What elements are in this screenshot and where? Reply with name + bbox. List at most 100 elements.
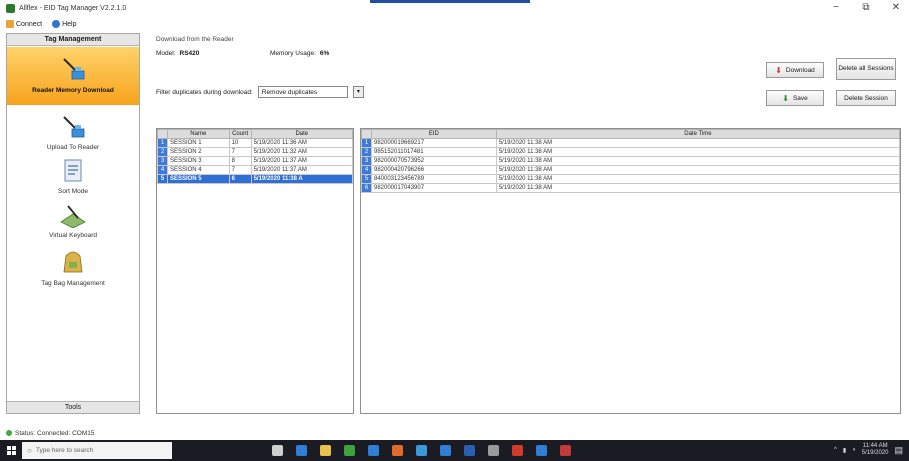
outlook-icon[interactable] [536, 445, 547, 456]
bluetooth-icon[interactable] [368, 445, 379, 456]
table-row[interactable]: 1 982000019669217 5/19/2020 11:38 AM [361, 138, 901, 148]
menu-help[interactable]: Help [52, 20, 76, 28]
volume-icon[interactable]: ◖ [852, 447, 856, 453]
table-row[interactable]: 4 SESSION 4 7 5/19/2020 11:37 AM [157, 165, 354, 175]
table-cell: 5/19/2020 11:38 AM [495, 147, 901, 157]
model-row: Model: RS420 [156, 50, 199, 57]
sidebar-item-virtual-keyboard[interactable]: Virtual Keyboard [7, 202, 139, 242]
download-arrow-icon: ⬇ [775, 65, 782, 75]
row-header[interactable]: 2 [157, 147, 168, 157]
table-row[interactable]: 3 982000070573952 5/19/2020 11:38 AM [361, 156, 901, 166]
table-cell: 5/19/2020 11:38 AM [495, 174, 901, 184]
edge-icon[interactable] [296, 445, 307, 456]
tags-corner-header [361, 129, 372, 139]
tags-table: EID Date Time 1 982000019669217 5/19/2020 … [361, 129, 901, 193]
filter-label: Filter duplicates during download: [156, 88, 253, 96]
row-header[interactable]: 2 [361, 147, 372, 157]
allflex-icon[interactable] [560, 445, 571, 456]
sidebar-item-sort-mode[interactable]: Sort Mode [7, 158, 139, 196]
table-row[interactable]: 2 985152011017481 5/19/2020 11:38 AM [361, 147, 901, 157]
taskbar: ○ Type here to search ^ ▮ ◖ 11:44 AM 5/1… [0, 440, 909, 461]
word-icon[interactable] [464, 445, 475, 456]
column-header-date-time[interactable]: Date Time [495, 129, 901, 139]
row-header[interactable]: 3 [361, 156, 372, 166]
tray-chevron-icon[interactable]: ^ [834, 447, 837, 453]
table-row[interactable]: 1 SESSION 1 10 5/19/2020 11:36 AM [157, 138, 354, 148]
sessions-table: Name Count Date 1 SESSION 1 10 5/19/2020 11… [157, 129, 354, 184]
sidebar-footer-tools[interactable]: Tools [7, 401, 139, 413]
status-text: Status: Connected: COM15 [15, 429, 95, 437]
memory-value: 6% [319, 50, 330, 57]
download-button[interactable]: ⬇ Download [766, 62, 824, 78]
allflex-app-icon [6, 3, 15, 13]
window-controls: − ⧉ ✕ [829, 2, 903, 13]
row-header[interactable]: 3 [157, 156, 168, 166]
row-header[interactable]: 4 [157, 165, 168, 175]
row-header[interactable]: 6 [361, 183, 372, 193]
table-cell: SESSION 1 [166, 138, 230, 148]
taskbar-clock[interactable]: 11:44 AM 5/19/2020 [862, 443, 889, 457]
settings-icon[interactable] [488, 445, 499, 456]
search-icon: ○ [27, 446, 32, 455]
sort-mode-icon [64, 159, 82, 182]
column-header-name[interactable]: Name [166, 129, 230, 139]
sidebar-item-label: Reader Memory Download [32, 87, 114, 94]
sessions-header-row: Name Count Date [157, 129, 354, 139]
table-row[interactable]: 4 982000420796266 5/19/2020 11:38 AM [361, 165, 901, 175]
sidebar-item-label: Virtual Keyboard [49, 232, 97, 239]
firefox-icon[interactable] [392, 445, 403, 456]
sessions-grid[interactable]: Name Count Date 1 SESSION 1 10 5/19/2020 11… [156, 128, 354, 414]
table-row[interactable]: 6 982000017043907 5/19/2020 11:38 AM [361, 183, 901, 193]
save-button[interactable]: ⬇ Save [766, 90, 824, 106]
sidebar-item-tag-bag-management[interactable]: Tag Bag Management [7, 246, 139, 290]
maximize-button[interactable]: ⧉ [859, 2, 873, 13]
close-button[interactable]: ✕ [889, 2, 903, 13]
notifications-icon[interactable]: ▤ [894, 445, 903, 456]
status-bar: Status: Connected: COM15 [6, 428, 903, 438]
download-section-title: Download from the Reader [156, 36, 234, 43]
tag-bag-icon [63, 251, 83, 273]
chevron-down-icon[interactable]: ▾ [352, 86, 364, 98]
column-header-eid[interactable]: EID [370, 129, 497, 139]
title-accent-bar [370, 0, 530, 3]
photos-icon[interactable] [440, 445, 451, 456]
table-row[interactable]: 5 840003123456789 5/19/2020 11:38 AM [361, 174, 901, 184]
table-cell: 840003123456789 [370, 174, 497, 184]
menu-help-label: Help [62, 20, 77, 28]
row-header[interactable]: 1 [361, 138, 372, 148]
table-cell: 5/19/2020 11:38 AM [495, 183, 901, 193]
row-header[interactable]: 5 [361, 174, 372, 184]
taskbar-search[interactable]: ○ Type here to search [22, 442, 172, 459]
row-header[interactable]: 4 [361, 165, 372, 175]
app-icon[interactable] [416, 445, 427, 456]
sessions-corner-header [157, 129, 168, 139]
upload-reader-icon [63, 116, 85, 138]
tags-grid[interactable]: EID Date Time 1 982000019669217 5/19/2020 … [360, 128, 901, 414]
table-row[interactable]: 5 SESSION 5 6 5/19/2020 11:38 A [157, 174, 354, 184]
menu-bar: Connect Help [6, 17, 903, 31]
row-header[interactable]: 5 [157, 174, 168, 184]
start-button[interactable] [0, 440, 22, 461]
table-row[interactable]: 3 SESSION 3 8 5/19/2020 11:37 AM [157, 156, 354, 166]
table-cell: 5/19/2020 11:37 AM [250, 156, 354, 166]
store-icon[interactable] [344, 445, 355, 456]
table-cell: 6 [228, 174, 252, 184]
menu-connect[interactable]: Connect [6, 20, 42, 28]
file-explorer-icon[interactable] [320, 445, 331, 456]
sidebar-item-reader-memory-download[interactable]: Reader Memory Download [7, 47, 139, 105]
table-cell: 5/19/2020 11:32 AM [250, 147, 354, 157]
acrobat-icon[interactable] [512, 445, 523, 456]
row-header[interactable]: 1 [157, 138, 168, 148]
delete-session-button[interactable]: Delete Session [836, 90, 896, 106]
task-view-icon[interactable] [272, 445, 283, 456]
column-header-count[interactable]: Count [228, 129, 252, 139]
table-cell: 10 [228, 138, 252, 148]
network-icon[interactable]: ▮ [843, 447, 846, 454]
delete-all-sessions-button[interactable]: Delete all Sessions [836, 58, 896, 80]
filter-duplicates-select[interactable]: Remove duplicates [257, 86, 348, 98]
sidebar-item-upload-to-reader[interactable]: Upload To Reader [7, 114, 139, 154]
column-header-date[interactable]: Date [250, 129, 354, 139]
sidebar-item-label: Sort Mode [58, 188, 88, 195]
table-row[interactable]: 2 SESSION 2 7 5/19/2020 11:32 AM [157, 147, 354, 157]
minimize-button[interactable]: − [829, 2, 843, 13]
